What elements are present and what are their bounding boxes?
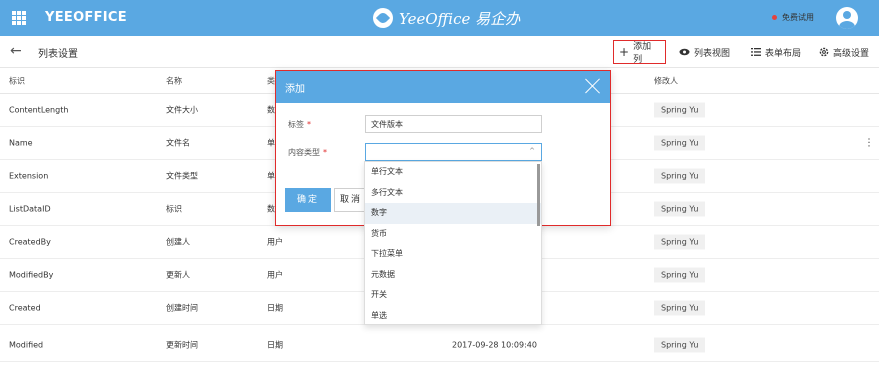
dropdown-option[interactable]: 单行文本 <box>365 162 541 183</box>
logo-text: YeeOffice 易企办 <box>399 9 521 28</box>
dropdown-option[interactable]: 下拉菜单 <box>365 244 541 265</box>
dropdown-option[interactable]: 元数据 <box>365 265 541 286</box>
dropdown-option[interactable]: 单选 <box>365 306 541 325</box>
list-view-button[interactable]: 列表视图 <box>674 40 735 64</box>
row-id: ModifiedBy <box>9 270 54 280</box>
plus-icon: + <box>619 45 630 59</box>
dialog-header: 添加 <box>276 71 610 103</box>
row-modified-time: 2017-09-28 10:09:40 <box>452 340 537 350</box>
row-name: 文件名 <box>166 138 190 148</box>
dropdown-option[interactable]: 数字 <box>365 203 541 224</box>
row-id: Created <box>9 303 41 313</box>
center-logo: YeeOffice 易企办 <box>373 7 520 29</box>
dropdown-option[interactable]: 开关 <box>365 285 541 306</box>
row-id: Extension <box>9 171 49 181</box>
row-type: 单 <box>267 138 275 148</box>
dropdown-option[interactable]: 货币 <box>365 224 541 245</box>
row-id: CreatedBy <box>9 237 51 247</box>
confirm-button[interactable]: 确定 <box>285 188 331 212</box>
top-bar: YEEOFFICE YeeOffice 易企办 免费试用 <box>0 0 879 36</box>
app-grid-icon[interactable] <box>12 11 26 25</box>
advanced-settings-button[interactable]: 高级设置 <box>814 40 874 64</box>
advanced-settings-label: 高级设置 <box>833 48 870 59</box>
page-title: 列表设置 <box>38 49 78 60</box>
list-view-label: 列表视图 <box>694 48 731 59</box>
label-input[interactable]: 文件版本 <box>365 115 542 133</box>
row-type: 数 <box>267 105 275 115</box>
row-id: ContentLength <box>9 105 69 115</box>
label-field-label: 标签 * <box>288 119 311 130</box>
row-modifier: Spring Yu <box>654 135 706 151</box>
content-type-select[interactable]: ^ <box>365 143 542 161</box>
header-type: 类 <box>267 76 275 85</box>
row-id: ListDataID <box>9 204 51 214</box>
page-toolbar: ← 列表设置 + 添加列 列表视图 表单布局 高级设置 <box>0 36 879 68</box>
eye-icon <box>679 48 690 56</box>
row-modifier: Spring Yu <box>654 267 706 283</box>
close-icon[interactable] <box>584 77 602 95</box>
row-id: Name <box>9 138 33 148</box>
header-id: 标识 <box>9 76 25 85</box>
label-field-text: 标签 <box>288 120 304 129</box>
dialog-title: 添加 <box>285 84 305 95</box>
row-type: 用户 <box>267 237 283 247</box>
header-name: 名称 <box>166 76 182 85</box>
row-modifier: Spring Yu <box>654 102 706 118</box>
row-name: 文件类型 <box>166 171 198 181</box>
type-field-label: 内容类型 * <box>288 147 327 158</box>
row-type: 单 <box>267 171 275 181</box>
more-options-icon[interactable]: ⋮ <box>864 138 874 149</box>
row-type: 日期 <box>267 303 283 313</box>
user-avatar[interactable] <box>836 7 858 29</box>
chevron-up-icon: ^ <box>529 147 535 155</box>
type-field-text: 内容类型 <box>288 148 320 157</box>
add-column-button[interactable]: + 添加列 <box>613 40 666 65</box>
row-name: 创建时间 <box>166 303 198 313</box>
row-modifier: Spring Yu <box>654 234 706 250</box>
free-trial-label: 免费试用 <box>782 13 814 22</box>
form-layout-label: 表单布局 <box>765 48 802 59</box>
row-modifier: Spring Yu <box>654 201 706 217</box>
add-column-label: 添加列 <box>633 42 652 65</box>
required-marker: * <box>323 148 327 157</box>
gear-icon <box>819 47 829 57</box>
list-icon <box>751 48 761 56</box>
row-name: 更新人 <box>166 270 190 280</box>
row-name: 文件大小 <box>166 105 198 115</box>
row-type: 数 <box>267 204 275 214</box>
cancel-button[interactable]: 取消 <box>334 188 368 212</box>
row-type: 日期 <box>267 340 283 350</box>
required-marker: * <box>307 120 311 129</box>
row-name: 创建人 <box>166 237 190 247</box>
form-layout-button[interactable]: 表单布局 <box>746 40 806 64</box>
header-modifier: 修改人 <box>654 76 678 85</box>
leaf-logo-icon <box>373 8 393 28</box>
table-row[interactable]: Modified 更新时间 日期 2017-09-28 10:09:40 Spr… <box>0 329 879 362</box>
row-modifier: Spring Yu <box>654 337 706 353</box>
content-type-dropdown: 单行文本 多行文本 数字 货币 下拉菜单 元数据 开关 单选 <box>364 161 542 325</box>
dropdown-option[interactable]: 多行文本 <box>365 183 541 204</box>
row-modifier: Spring Yu <box>654 168 706 184</box>
row-type: 用户 <box>267 270 283 280</box>
status-dot-icon <box>772 15 777 20</box>
free-trial-link[interactable]: 免费试用 <box>772 12 814 23</box>
back-arrow-icon[interactable]: ← <box>10 43 22 59</box>
dropdown-scrollbar[interactable] <box>537 164 540 226</box>
row-id: Modified <box>9 340 44 350</box>
brand-name: YEEOFFICE <box>45 10 127 25</box>
row-name: 标识 <box>166 204 182 214</box>
row-name: 更新时间 <box>166 340 198 350</box>
row-modifier: Spring Yu <box>654 300 706 316</box>
